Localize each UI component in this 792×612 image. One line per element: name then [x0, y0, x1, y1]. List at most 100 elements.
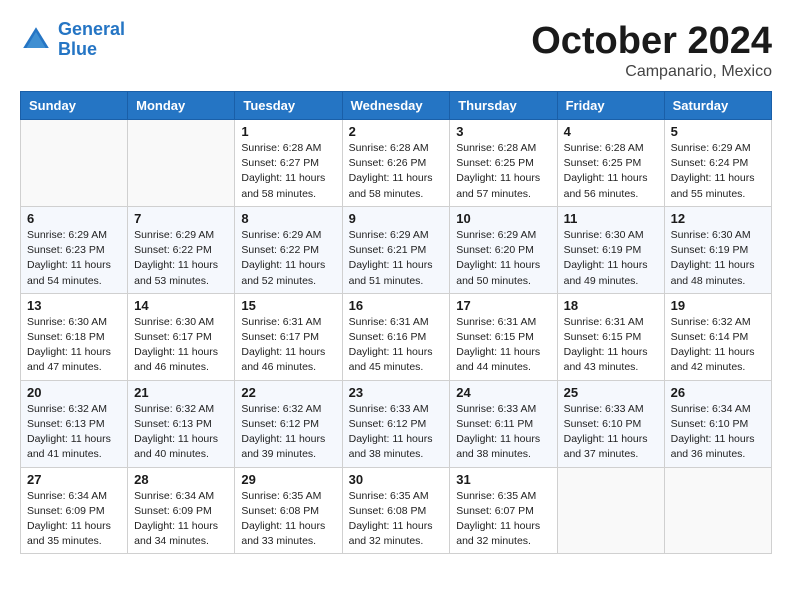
- day-info: Sunrise: 6:28 AMSunset: 6:25 PMDaylight:…: [456, 141, 550, 202]
- day-number: 15: [241, 298, 335, 313]
- table-row: 10 Sunrise: 6:29 AMSunset: 6:20 PMDayligh…: [450, 206, 557, 293]
- table-row: 15 Sunrise: 6:31 AMSunset: 6:17 PMDayligh…: [235, 293, 342, 380]
- page-header: General Blue October 2024 Campanario, Me…: [20, 20, 772, 81]
- day-info: Sunrise: 6:34 AMSunset: 6:09 PMDaylight:…: [27, 489, 121, 550]
- day-info: Sunrise: 6:35 AMSunset: 6:08 PMDaylight:…: [241, 489, 335, 550]
- day-info: Sunrise: 6:30 AMSunset: 6:18 PMDaylight:…: [27, 315, 121, 376]
- day-info: Sunrise: 6:28 AMSunset: 6:27 PMDaylight:…: [241, 141, 335, 202]
- day-number: 11: [564, 211, 658, 226]
- day-number: 19: [671, 298, 765, 313]
- day-number: 23: [349, 385, 444, 400]
- day-number: 20: [27, 385, 121, 400]
- day-number: 14: [134, 298, 228, 313]
- table-row: [557, 467, 664, 554]
- day-info: Sunrise: 6:28 AMSunset: 6:26 PMDaylight:…: [349, 141, 444, 202]
- day-info: Sunrise: 6:32 AMSunset: 6:13 PMDaylight:…: [134, 402, 228, 463]
- table-row: 30 Sunrise: 6:35 AMSunset: 6:08 PMDayligh…: [342, 467, 450, 554]
- table-row: 21 Sunrise: 6:32 AMSunset: 6:13 PMDayligh…: [128, 380, 235, 467]
- table-row: [128, 120, 235, 207]
- day-number: 12: [671, 211, 765, 226]
- table-row: 27 Sunrise: 6:34 AMSunset: 6:09 PMDayligh…: [21, 467, 128, 554]
- day-number: 30: [349, 472, 444, 487]
- day-number: 5: [671, 124, 765, 139]
- table-row: 1 Sunrise: 6:28 AMSunset: 6:27 PMDaylight…: [235, 120, 342, 207]
- day-info: Sunrise: 6:32 AMSunset: 6:14 PMDaylight:…: [671, 315, 765, 376]
- day-number: 28: [134, 472, 228, 487]
- day-number: 27: [27, 472, 121, 487]
- month-title: October 2024: [531, 20, 772, 63]
- calendar-week-row: 6Sunrise: 6:29 AMSunset: 6:23 PMDaylight…: [21, 206, 772, 293]
- day-number: 16: [349, 298, 444, 313]
- table-row: 13 Sunrise: 6:30 AMSunset: 6:18 PMDayligh…: [21, 293, 128, 380]
- table-row: 29 Sunrise: 6:35 AMSunset: 6:08 PMDayligh…: [235, 467, 342, 554]
- day-info: Sunrise: 6:29 AMSunset: 6:20 PMDaylight:…: [456, 228, 550, 289]
- day-number: 26: [671, 385, 765, 400]
- table-row: 14 Sunrise: 6:30 AMSunset: 6:17 PMDayligh…: [128, 293, 235, 380]
- table-row: 19 Sunrise: 6:32 AMSunset: 6:14 PMDayligh…: [664, 293, 771, 380]
- table-row: 4 Sunrise: 6:28 AMSunset: 6:25 PMDaylight…: [557, 120, 664, 207]
- day-info: Sunrise: 6:33 AMSunset: 6:12 PMDaylight:…: [349, 402, 444, 463]
- day-info: Sunrise: 6:32 AMSunset: 6:13 PMDaylight:…: [27, 402, 121, 463]
- title-block: October 2024 Campanario, Mexico: [531, 20, 772, 81]
- day-number: 18: [564, 298, 658, 313]
- table-row: 20 Sunrise: 6:32 AMSunset: 6:13 PMDayligh…: [21, 380, 128, 467]
- calendar-week-row: 27 Sunrise: 6:34 AMSunset: 6:09 PMDayligh…: [21, 467, 772, 554]
- table-row: 24 Sunrise: 6:33 AMSunset: 6:11 PMDayligh…: [450, 380, 557, 467]
- table-row: 23 Sunrise: 6:33 AMSunset: 6:12 PMDayligh…: [342, 380, 450, 467]
- table-row: 7 Sunrise: 6:29 AMSunset: 6:22 PMDaylight…: [128, 206, 235, 293]
- table-row: 6Sunrise: 6:29 AMSunset: 6:23 PMDaylight…: [21, 206, 128, 293]
- day-number: 3: [456, 124, 550, 139]
- day-number: 13: [27, 298, 121, 313]
- day-info: Sunrise: 6:30 AMSunset: 6:17 PMDaylight:…: [134, 315, 228, 376]
- table-row: 26 Sunrise: 6:34 AMSunset: 6:10 PMDayligh…: [664, 380, 771, 467]
- table-row: 3 Sunrise: 6:28 AMSunset: 6:25 PMDaylight…: [450, 120, 557, 207]
- location-subtitle: Campanario, Mexico: [531, 63, 772, 81]
- col-tuesday: Tuesday: [235, 92, 342, 120]
- day-info: Sunrise: 6:31 AMSunset: 6:17 PMDaylight:…: [241, 315, 335, 376]
- day-info: Sunrise: 6:29 AMSunset: 6:22 PMDaylight:…: [241, 228, 335, 289]
- day-info: Sunrise: 6:31 AMSunset: 6:15 PMDaylight:…: [564, 315, 658, 376]
- col-thursday: Thursday: [450, 92, 557, 120]
- day-number: 10: [456, 211, 550, 226]
- day-info: Sunrise: 6:35 AMSunset: 6:08 PMDaylight:…: [349, 489, 444, 550]
- table-row: [21, 120, 128, 207]
- table-row: 25 Sunrise: 6:33 AMSunset: 6:10 PMDayligh…: [557, 380, 664, 467]
- day-number: 25: [564, 385, 658, 400]
- table-row: 5Sunrise: 6:29 AMSunset: 6:24 PMDaylight…: [664, 120, 771, 207]
- day-info: Sunrise: 6:33 AMSunset: 6:10 PMDaylight:…: [564, 402, 658, 463]
- day-number: 31: [456, 472, 550, 487]
- day-info: Sunrise: 6:32 AMSunset: 6:12 PMDaylight:…: [241, 402, 335, 463]
- table-row: 17 Sunrise: 6:31 AMSunset: 6:15 PMDayligh…: [450, 293, 557, 380]
- day-number: 2: [349, 124, 444, 139]
- day-number: 29: [241, 472, 335, 487]
- table-row: 8 Sunrise: 6:29 AMSunset: 6:22 PMDaylight…: [235, 206, 342, 293]
- day-info: Sunrise: 6:31 AMSunset: 6:15 PMDaylight:…: [456, 315, 550, 376]
- day-info: Sunrise: 6:33 AMSunset: 6:11 PMDaylight:…: [456, 402, 550, 463]
- calendar-header-row: Sunday Monday Tuesday Wednesday Thursday…: [21, 92, 772, 120]
- day-info: Sunrise: 6:28 AMSunset: 6:25 PMDaylight:…: [564, 141, 658, 202]
- day-info: Sunrise: 6:34 AMSunset: 6:10 PMDaylight:…: [671, 402, 765, 463]
- calendar-week-row: 20 Sunrise: 6:32 AMSunset: 6:13 PMDayligh…: [21, 380, 772, 467]
- day-info: Sunrise: 6:29 AMSunset: 6:22 PMDaylight:…: [134, 228, 228, 289]
- table-row: 22 Sunrise: 6:32 AMSunset: 6:12 PMDayligh…: [235, 380, 342, 467]
- day-info: Sunrise: 6:34 AMSunset: 6:09 PMDaylight:…: [134, 489, 228, 550]
- day-number: 9: [349, 211, 444, 226]
- day-number: 22: [241, 385, 335, 400]
- col-friday: Friday: [557, 92, 664, 120]
- col-wednesday: Wednesday: [342, 92, 450, 120]
- day-number: 4: [564, 124, 658, 139]
- day-number: 8: [241, 211, 335, 226]
- col-saturday: Saturday: [664, 92, 771, 120]
- day-number: 1: [241, 124, 335, 139]
- table-row: 11Sunrise: 6:30 AMSunset: 6:19 PMDayligh…: [557, 206, 664, 293]
- col-sunday: Sunday: [21, 92, 128, 120]
- table-row: 12 Sunrise: 6:30 AMSunset: 6:19 PMDayligh…: [664, 206, 771, 293]
- day-number: 7: [134, 211, 228, 226]
- table-row: 9Sunrise: 6:29 AMSunset: 6:21 PMDaylight…: [342, 206, 450, 293]
- day-number: 24: [456, 385, 550, 400]
- day-info: Sunrise: 6:30 AMSunset: 6:19 PMDaylight:…: [671, 228, 765, 289]
- day-number: 21: [134, 385, 228, 400]
- table-row: 2 Sunrise: 6:28 AMSunset: 6:26 PMDaylight…: [342, 120, 450, 207]
- day-number: 17: [456, 298, 550, 313]
- col-monday: Monday: [128, 92, 235, 120]
